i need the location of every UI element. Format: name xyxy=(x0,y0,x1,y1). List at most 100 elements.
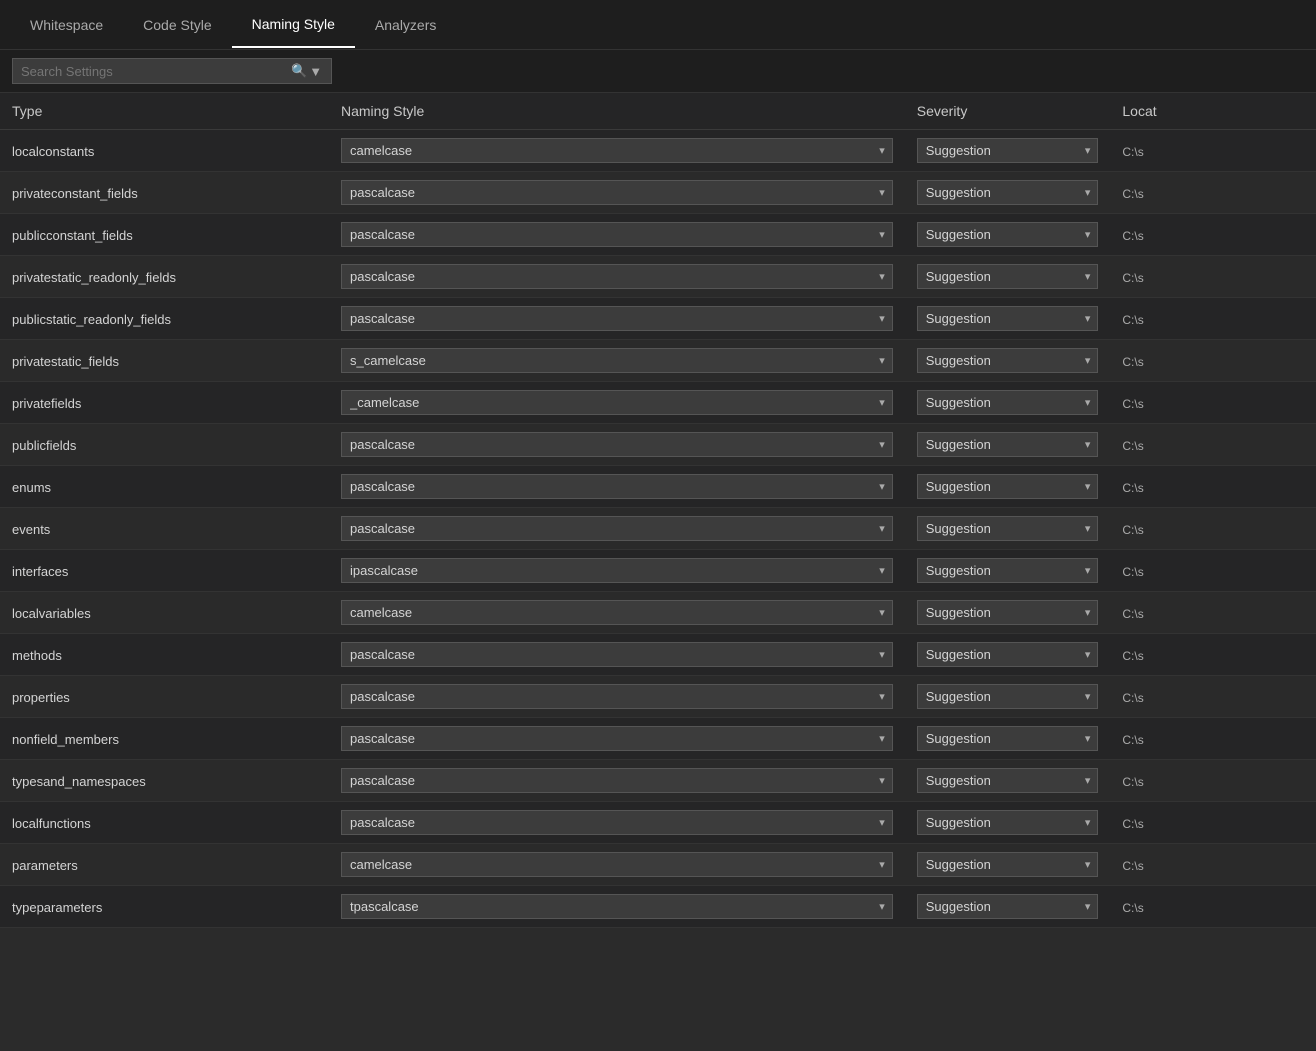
type-label: typeparameters xyxy=(12,900,102,915)
location-value: C:\s xyxy=(1122,565,1143,579)
naming-style-select[interactable]: camelcasepascalcases_camelcase_camelcase… xyxy=(341,348,893,373)
severity-select[interactable]: SuggestionWarningErrorSilentNone xyxy=(917,684,1099,709)
naming-style-select[interactable]: camelcasepascalcases_camelcase_camelcase… xyxy=(341,600,893,625)
cell-type: methods xyxy=(0,634,329,676)
cell-type: privateconstant_fields xyxy=(0,172,329,214)
location-value: C:\s xyxy=(1122,145,1143,159)
cell-type: enums xyxy=(0,466,329,508)
table-row: privatestatic_readonly_fieldscamelcasepa… xyxy=(0,256,1316,298)
cell-naming-style: camelcasepascalcases_camelcase_camelcase… xyxy=(329,760,905,802)
table-row: publicfieldscamelcasepascalcases_camelca… xyxy=(0,424,1316,466)
table-row: propertiescamelcasepascalcases_camelcase… xyxy=(0,676,1316,718)
type-label: parameters xyxy=(12,858,78,873)
naming-style-select[interactable]: camelcasepascalcases_camelcase_camelcase… xyxy=(341,432,893,457)
cell-naming-style: camelcasepascalcases_camelcase_camelcase… xyxy=(329,844,905,886)
settings-table-container: Type Naming Style Severity Locat localco… xyxy=(0,93,1316,928)
cell-type: localconstants xyxy=(0,130,329,172)
location-value: C:\s xyxy=(1122,229,1143,243)
severity-select[interactable]: SuggestionWarningErrorSilentNone xyxy=(917,810,1099,835)
naming-style-select[interactable]: camelcasepascalcases_camelcase_camelcase… xyxy=(341,516,893,541)
tab-code-style[interactable]: Code Style xyxy=(123,3,231,47)
cell-naming-style: camelcasepascalcases_camelcase_camelcase… xyxy=(329,550,905,592)
cell-naming-style: camelcasepascalcases_camelcase_camelcase… xyxy=(329,592,905,634)
cell-location: C:\s xyxy=(1110,172,1316,214)
col-header-naming: Naming Style xyxy=(329,93,905,130)
cell-naming-style: camelcasepascalcases_camelcase_camelcase… xyxy=(329,172,905,214)
severity-select[interactable]: SuggestionWarningErrorSilentNone xyxy=(917,180,1099,205)
table-row: typesand_namespaces camelcasepascalcases_… xyxy=(0,760,1316,802)
cell-type: parameters xyxy=(0,844,329,886)
severity-select[interactable]: SuggestionWarningErrorSilentNone xyxy=(917,264,1099,289)
severity-select[interactable]: SuggestionWarningErrorSilentNone xyxy=(917,768,1099,793)
naming-style-select[interactable]: camelcasepascalcases_camelcase_camelcase… xyxy=(341,306,893,331)
severity-select[interactable]: SuggestionWarningErrorSilentNone xyxy=(917,726,1099,751)
table-row: methods camelcasepascalcases_camelcase_ca… xyxy=(0,634,1316,676)
naming-style-select[interactable]: camelcasepascalcases_camelcase_camelcase… xyxy=(341,768,893,793)
naming-style-select[interactable]: camelcasepascalcases_camelcase_camelcase… xyxy=(341,474,893,499)
severity-select[interactable]: SuggestionWarningErrorSilentNone xyxy=(917,600,1099,625)
severity-select[interactable]: SuggestionWarningErrorSilentNone xyxy=(917,894,1099,919)
naming-style-select[interactable]: camelcasepascalcases_camelcase_camelcase… xyxy=(341,684,893,709)
naming-style-select[interactable]: camelcasepascalcases_camelcase_camelcase… xyxy=(341,558,893,583)
cell-severity: SuggestionWarningErrorSilentNone xyxy=(905,172,1111,214)
severity-select[interactable]: SuggestionWarningErrorSilentNone xyxy=(917,642,1099,667)
cell-type: interfaces xyxy=(0,550,329,592)
cell-location: C:\s xyxy=(1110,508,1316,550)
naming-style-select[interactable]: camelcasepascalcases_camelcase_camelcase… xyxy=(341,852,893,877)
severity-select[interactable]: SuggestionWarningErrorSilentNone xyxy=(917,474,1099,499)
cell-type: typesand_namespaces xyxy=(0,760,329,802)
severity-select[interactable]: SuggestionWarningErrorSilentNone xyxy=(917,138,1099,163)
cell-type: privatefields xyxy=(0,382,329,424)
severity-select[interactable]: SuggestionWarningErrorSilentNone xyxy=(917,852,1099,877)
naming-style-select[interactable]: camelcasepascalcases_camelcase_camelcase… xyxy=(341,810,893,835)
table-header-row: Type Naming Style Severity Locat xyxy=(0,93,1316,130)
naming-style-select[interactable]: camelcasepascalcases_camelcase_camelcase… xyxy=(341,642,893,667)
severity-select-wrapper: SuggestionWarningErrorSilentNone xyxy=(917,684,1099,709)
cell-naming-style: camelcasepascalcases_camelcase_camelcase… xyxy=(329,466,905,508)
severity-select[interactable]: SuggestionWarningErrorSilentNone xyxy=(917,516,1099,541)
cell-location: C:\s xyxy=(1110,760,1316,802)
cell-naming-style: camelcasepascalcases_camelcase_camelcase… xyxy=(329,340,905,382)
search-button[interactable]: 🔍 ▼ xyxy=(291,63,322,79)
table-row: privateconstant_fields camelcasepascalcas… xyxy=(0,172,1316,214)
naming-style-select[interactable]: camelcasepascalcases_camelcase_camelcase… xyxy=(341,264,893,289)
severity-select[interactable]: SuggestionWarningErrorSilentNone xyxy=(917,222,1099,247)
type-label: events xyxy=(12,522,50,537)
location-value: C:\s xyxy=(1122,355,1143,369)
naming-style-select-wrapper: camelcasepascalcases_camelcase_camelcase… xyxy=(341,642,893,667)
naming-style-select[interactable]: camelcasepascalcases_camelcase_camelcase… xyxy=(341,390,893,415)
cell-type: privatestatic_fields xyxy=(0,340,329,382)
severity-select[interactable]: SuggestionWarningErrorSilentNone xyxy=(917,432,1099,457)
location-value: C:\s xyxy=(1122,271,1143,285)
cell-naming-style: camelcasepascalcases_camelcase_camelcase… xyxy=(329,718,905,760)
cell-location: C:\s xyxy=(1110,676,1316,718)
severity-select[interactable]: SuggestionWarningErrorSilentNone xyxy=(917,348,1099,373)
tab-analyzers[interactable]: Analyzers xyxy=(355,3,456,47)
severity-select[interactable]: SuggestionWarningErrorSilentNone xyxy=(917,390,1099,415)
search-input[interactable] xyxy=(21,64,291,79)
location-value: C:\s xyxy=(1122,439,1143,453)
tab-naming-style[interactable]: Naming Style xyxy=(232,2,355,48)
naming-style-select[interactable]: camelcasepascalcases_camelcase_camelcase… xyxy=(341,726,893,751)
naming-style-select[interactable]: camelcasepascalcases_camelcase_camelcase… xyxy=(341,138,893,163)
table-row: nonfield_memberscamelcasepascalcases_cam… xyxy=(0,718,1316,760)
naming-style-select-wrapper: camelcasepascalcases_camelcase_camelcase… xyxy=(341,768,893,793)
cell-type: publicconstant_fields xyxy=(0,214,329,256)
location-value: C:\s xyxy=(1122,691,1143,705)
search-dropdown-arrow[interactable]: ▼ xyxy=(309,64,322,79)
severity-select-wrapper: SuggestionWarningErrorSilentNone xyxy=(917,852,1099,877)
severity-select[interactable]: SuggestionWarningErrorSilentNone xyxy=(917,558,1099,583)
tab-whitespace[interactable]: Whitespace xyxy=(10,3,123,47)
naming-style-select[interactable]: camelcasepascalcases_camelcase_camelcase… xyxy=(341,180,893,205)
severity-select-wrapper: SuggestionWarningErrorSilentNone xyxy=(917,222,1099,247)
col-header-location: Locat xyxy=(1110,93,1316,130)
type-label: methods xyxy=(12,648,62,663)
naming-style-select[interactable]: camelcasepascalcases_camelcase_camelcase… xyxy=(341,894,893,919)
table-row: localfunctionscamelcasepascalcases_camel… xyxy=(0,802,1316,844)
cell-severity: SuggestionWarningErrorSilentNone xyxy=(905,382,1111,424)
location-value: C:\s xyxy=(1122,901,1143,915)
cell-naming-style: camelcasepascalcases_camelcase_camelcase… xyxy=(329,634,905,676)
naming-style-select[interactable]: camelcasepascalcases_camelcase_camelcase… xyxy=(341,222,893,247)
cell-location: C:\s xyxy=(1110,844,1316,886)
severity-select[interactable]: SuggestionWarningErrorSilentNone xyxy=(917,306,1099,331)
